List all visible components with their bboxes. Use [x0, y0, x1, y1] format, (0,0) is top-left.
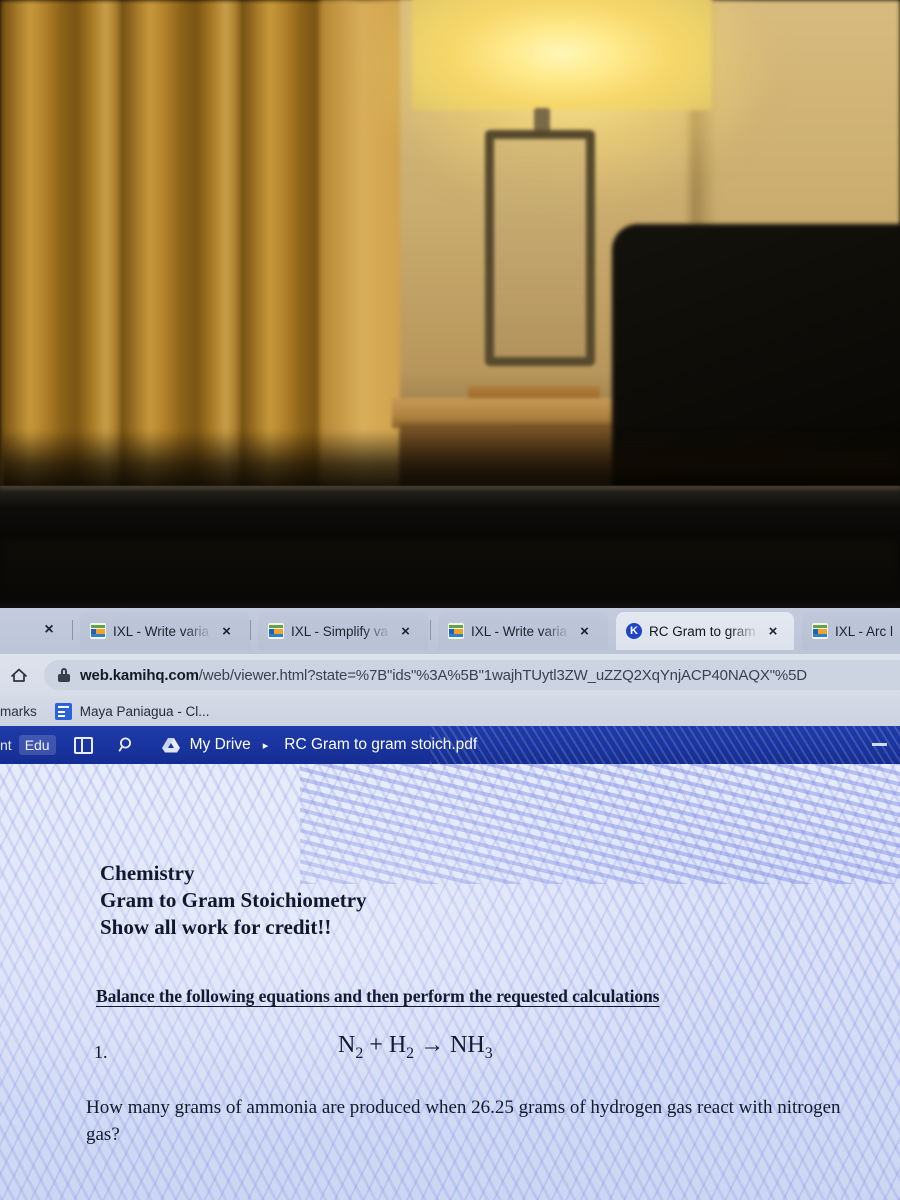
chemical-equation: N2 + H2 → NH3: [338, 1032, 493, 1063]
tab-label: IXL - Write varia: [113, 623, 210, 639]
equation-product: NH: [450, 1032, 485, 1058]
header-line-2: Gram to Gram Stoichiometry: [100, 888, 367, 912]
tab-rc-gram-to-gram[interactable]: K RC Gram to gram ×: [616, 612, 794, 650]
bookmark-maya-paniagua[interactable]: Maya Paniagua - Cl...: [54, 702, 210, 720]
question-text: How many grams of ammonia are produced w…: [86, 1097, 841, 1145]
equation-plus: +: [369, 1032, 383, 1058]
google-drive-icon[interactable]: [161, 736, 181, 754]
tab-close-icon-0[interactable]: ×: [40, 621, 58, 639]
header-line-3: Show all work for credit!!: [100, 915, 332, 939]
bookmarks-overflow-label[interactable]: marks: [0, 704, 37, 719]
search-icon[interactable]: [118, 736, 136, 754]
document-filename: RC Gram to gram stoich.pdf: [284, 736, 478, 753]
tab-divider: [72, 620, 73, 640]
tab-close-icon-3[interactable]: ×: [576, 623, 593, 640]
equation-reactant-1: N: [338, 1032, 356, 1058]
tab-label: IXL - Simplify va: [291, 623, 389, 639]
url-path: /web/viewer.html?state=%7B"ids"%3A%5B"1w…: [198, 666, 807, 684]
tab-label: IXL - Write varia: [471, 623, 568, 639]
tab-divider: [430, 620, 431, 640]
url-input[interactable]: web.kamihq.com/web/viewer.html?state=%7B…: [44, 660, 900, 690]
kami-edu-badge[interactable]: Edu: [18, 735, 56, 755]
kami-ent-label[interactable]: nt: [0, 737, 12, 753]
tab-close-icon-2[interactable]: ×: [397, 623, 414, 640]
bookmark-label: Maya Paniagua - Cl...: [79, 703, 210, 719]
doc-icon: [54, 702, 72, 720]
monitor-top-edge: [0, 486, 900, 493]
my-drive-link[interactable]: My Drive: [190, 736, 251, 754]
equation-reactant-2-subscript: 2: [406, 1044, 415, 1062]
tab-ixl-write-variable-2[interactable]: IXL - Write varia ×: [438, 612, 608, 650]
equation-reactant-2: H: [388, 1032, 407, 1058]
ixl-icon: [812, 623, 828, 639]
split-panel-icon[interactable]: [73, 736, 93, 754]
kami-toolbar: nt Edu My Drive ▸ RC Gram to gram stoich…: [0, 726, 900, 764]
monitor-sheen: [0, 542, 900, 600]
minimize-icon[interactable]: [872, 743, 887, 746]
document-instruction: Balance the following equations and then…: [96, 986, 660, 1006]
ixl-icon: [268, 623, 284, 639]
header-line-1: Chemistry: [100, 861, 195, 885]
tab-close-icon-4[interactable]: ×: [765, 623, 782, 640]
chevron-right-icon: ▸: [262, 739, 269, 752]
question-number: 1.: [94, 1042, 108, 1062]
ixl-icon: [90, 623, 106, 639]
picture-frame: [485, 130, 595, 366]
moire-overlay: [430, 726, 900, 764]
bookmarks-bar: marks Maya Paniagua - Cl...: [0, 696, 900, 726]
tab-close-icon-1[interactable]: ×: [218, 623, 235, 640]
tab-ixl-arc[interactable]: IXL - Arc l: [802, 612, 900, 650]
lamp-shade: [412, 0, 712, 110]
ixl-icon: [448, 623, 464, 639]
moire-overlay-c: [300, 764, 900, 884]
home-icon[interactable]: [6, 662, 32, 688]
omnibox-row: web.kamihq.com/web/viewer.html?state=%7B…: [0, 654, 900, 696]
equation-product-subscript: 3: [484, 1044, 493, 1062]
document-header: Chemistry Gram to Gram Stoichiometry Sho…: [100, 860, 367, 941]
pdf-page: Chemistry Gram to Gram Stoichiometry Sho…: [0, 764, 900, 1200]
tab-label: RC Gram to gram: [649, 623, 756, 639]
equation-arrow: →: [420, 1032, 445, 1058]
tab-divider: [250, 620, 251, 640]
tab-label: IXL - Arc l: [835, 623, 894, 639]
monitor-bezel: [0, 486, 900, 610]
browser-window: × IXL - Write varia × IXL - Simplify va …: [0, 608, 900, 1200]
equation-reactant-1-subscript: 2: [355, 1044, 364, 1062]
url-host: web.kamihq.com: [80, 666, 199, 684]
scene-shadow: [0, 430, 900, 492]
kami-icon: K: [626, 623, 642, 639]
url-text: web.kamihq.com/web/viewer.html?state=%7B…: [80, 667, 807, 684]
browser-tab-strip: × IXL - Write varia × IXL - Simplify va …: [0, 608, 900, 654]
room-photo-background: [0, 0, 900, 492]
tab-ixl-write-variable-1[interactable]: IXL - Write varia ×: [80, 612, 250, 650]
tab-ixl-simplify[interactable]: IXL - Simplify va ×: [258, 612, 428, 650]
lock-icon: [58, 668, 70, 682]
